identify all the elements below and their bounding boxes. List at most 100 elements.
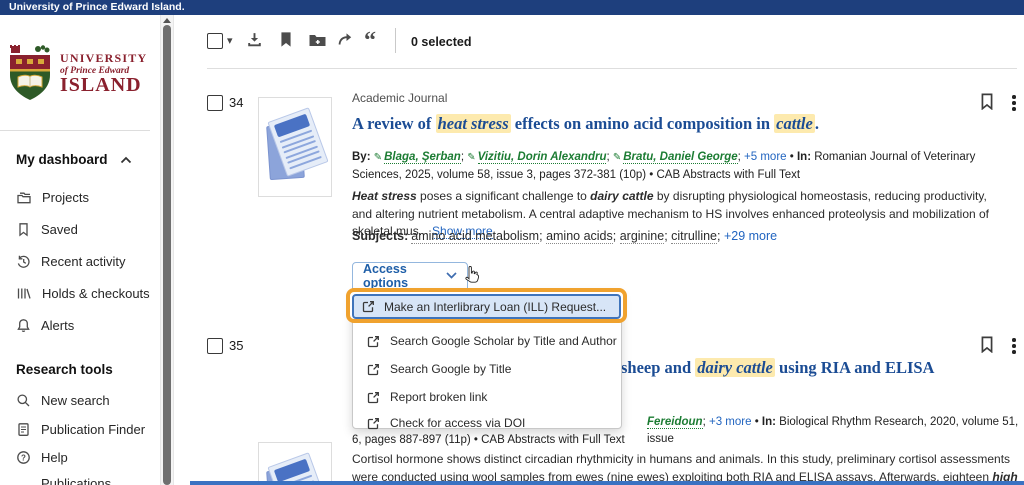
sidebar-item-projects[interactable]: Projects (16, 190, 89, 205)
subject-link[interactable]: amino acids (546, 229, 613, 244)
title-text: using RIA and ELISA (775, 358, 935, 377)
result-35-more-menu-icon[interactable] (1010, 336, 1018, 356)
more-subjects-link[interactable]: +29 more (724, 229, 777, 243)
result-34-byline: By: ✎Blaga, Şerban; ✎Vizitiu, Dorin Alex… (352, 149, 1007, 183)
library-books-icon (16, 286, 32, 301)
title-text: . (815, 114, 819, 133)
annotation-highlight-box: Make an Interlibrary Loan (ILL) Request.… (346, 288, 627, 323)
dashboard-header-label: My dashboard (16, 152, 108, 167)
sidebar-item-label: Recent activity (41, 254, 126, 269)
top-bar: University of Prince Edward Island. (0, 0, 1024, 15)
share-icon[interactable] (337, 31, 353, 47)
sidebar-item-label: Saved (41, 222, 78, 237)
separator: ; (613, 229, 620, 243)
title-text: A review of (352, 114, 436, 133)
result-34-type: Academic Journal (352, 91, 447, 105)
select-all-checkbox[interactable] (207, 33, 223, 49)
author-link[interactable]: Bratu, Daniel George (623, 151, 737, 164)
snippet-term: dairy cattle (590, 189, 653, 203)
author-link[interactable]: Vizitiu, Dorin Alexandru (478, 151, 607, 164)
sidebar-item-holds-checkouts[interactable]: Holds & checkouts (16, 286, 150, 301)
menu-item-label: Report broken link (390, 390, 487, 404)
app-window: University of Prince Edward Island. UN (0, 0, 1024, 485)
toolbar-bottom-divider (207, 68, 1017, 69)
title-highlight: dairy cattle (695, 358, 775, 377)
menu-item-report-broken-link[interactable]: Report broken link (353, 384, 621, 410)
menu-item-label: Check for access via DOI (390, 416, 525, 430)
menu-item-check-doi[interactable]: Check for access via DOI (353, 410, 621, 436)
more-authors-link[interactable]: +5 more (744, 151, 787, 163)
sidebar-item-label: Holds & checkouts (42, 286, 150, 301)
scrollbar-thumb[interactable] (163, 25, 171, 485)
bookmark-icon (16, 222, 31, 237)
menu-item-ill-request[interactable]: Make an Interlibrary Loan (ILL) Request.… (352, 294, 621, 319)
subjects-label: Subjects: (352, 229, 408, 243)
result-34-title[interactable]: A review of heat stress effects on amino… (352, 113, 1007, 135)
result-34-more-menu-icon[interactable] (1010, 93, 1018, 113)
author-link[interactable]: Blaga, Şerban (384, 151, 461, 164)
menu-item-google-title[interactable]: Search Google by Title (353, 356, 621, 382)
result-34-number: 34 (229, 95, 243, 110)
access-options-button[interactable]: Access options (352, 262, 468, 289)
svg-text:?: ? (21, 453, 26, 462)
sidebar-item-alerts[interactable]: Alerts (16, 318, 74, 333)
history-icon (16, 254, 31, 269)
subject-link[interactable]: amino acid metabolism (411, 229, 539, 244)
add-to-folder-icon[interactable] (308, 33, 327, 48)
result-34-thumbnail[interactable] (258, 97, 332, 197)
toolbar-divider (395, 28, 396, 53)
separator: ; (606, 151, 612, 163)
mouse-cursor-hand-icon (464, 266, 479, 284)
result-35-thumbnail[interactable] (258, 442, 332, 485)
sidebar-item-help[interactable]: ? Help (16, 450, 68, 465)
menu-item-google-scholar[interactable]: Search Google Scholar by Title and Autho… (353, 328, 621, 354)
upei-logo[interactable]: UNIVERSITY of Prince Edward ISLAND (8, 45, 147, 101)
save-bookmark-icon[interactable] (279, 31, 293, 48)
sidebar: UNIVERSITY of Prince Edward ISLAND My da… (0, 15, 160, 485)
separator: • (787, 151, 797, 163)
sidebar-divider (0, 130, 150, 131)
menu-item-label: Make an Interlibrary Loan (ILL) Request.… (384, 300, 606, 314)
external-link-icon (367, 391, 380, 404)
select-all-caret-icon[interactable]: ▾ (227, 34, 233, 47)
separator: ; (717, 229, 724, 243)
subject-link[interactable]: citrulline (671, 229, 717, 244)
bell-icon (16, 318, 31, 333)
author-pen-icon: ✎ (467, 152, 475, 163)
scroll-up-arrow[interactable] (163, 18, 171, 23)
in-label: In: (797, 151, 811, 163)
sidebar-item-label: Help (41, 450, 68, 465)
snippet-text: poses a significant challenge to (417, 189, 590, 203)
sidebar-item-label: Alerts (41, 318, 74, 333)
author-link[interactable]: Fereidoun (647, 416, 703, 429)
sidebar-item-label: Publications authority (41, 476, 160, 485)
result-35-checkbox[interactable] (207, 338, 223, 354)
result-34-checkbox[interactable] (207, 95, 223, 111)
sidebar-scrollbar[interactable] (160, 15, 174, 485)
more-authors-link[interactable]: +3 more (709, 416, 752, 428)
external-link-icon (367, 335, 380, 348)
snippet-term: Heat stress (352, 189, 417, 203)
access-options-label: Access options (363, 262, 446, 290)
in-label: In: (762, 416, 776, 428)
title-highlight: cattle (774, 114, 815, 133)
title-highlight: heat stress (436, 114, 511, 133)
projects-icon (16, 190, 32, 205)
result-35-bookmark-icon[interactable] (980, 336, 994, 353)
result-34-bookmark-icon[interactable] (980, 93, 994, 110)
result-35-title[interactable]: sheep and dairy cattle using RIA and ELI… (621, 357, 1011, 379)
sidebar-item-publications-authority[interactable]: Publications authority (16, 476, 160, 485)
sidebar-item-recent-activity[interactable]: Recent activity (16, 254, 126, 269)
external-link-icon (367, 417, 380, 430)
subject-link[interactable]: arginine (620, 229, 664, 244)
dashboard-section-header[interactable]: My dashboard (16, 152, 132, 167)
sidebar-item-saved[interactable]: Saved (16, 222, 78, 237)
search-icon (16, 393, 31, 408)
author-pen-icon: ✎ (613, 152, 621, 163)
sidebar-item-new-search[interactable]: New search (16, 393, 110, 408)
author-pen-icon: ✎ (374, 152, 382, 163)
download-icon[interactable] (246, 31, 263, 48)
sidebar-item-publication-finder[interactable]: Publication Finder (16, 422, 145, 437)
cite-icon[interactable]: “ (364, 32, 376, 50)
external-link-icon (367, 363, 380, 376)
